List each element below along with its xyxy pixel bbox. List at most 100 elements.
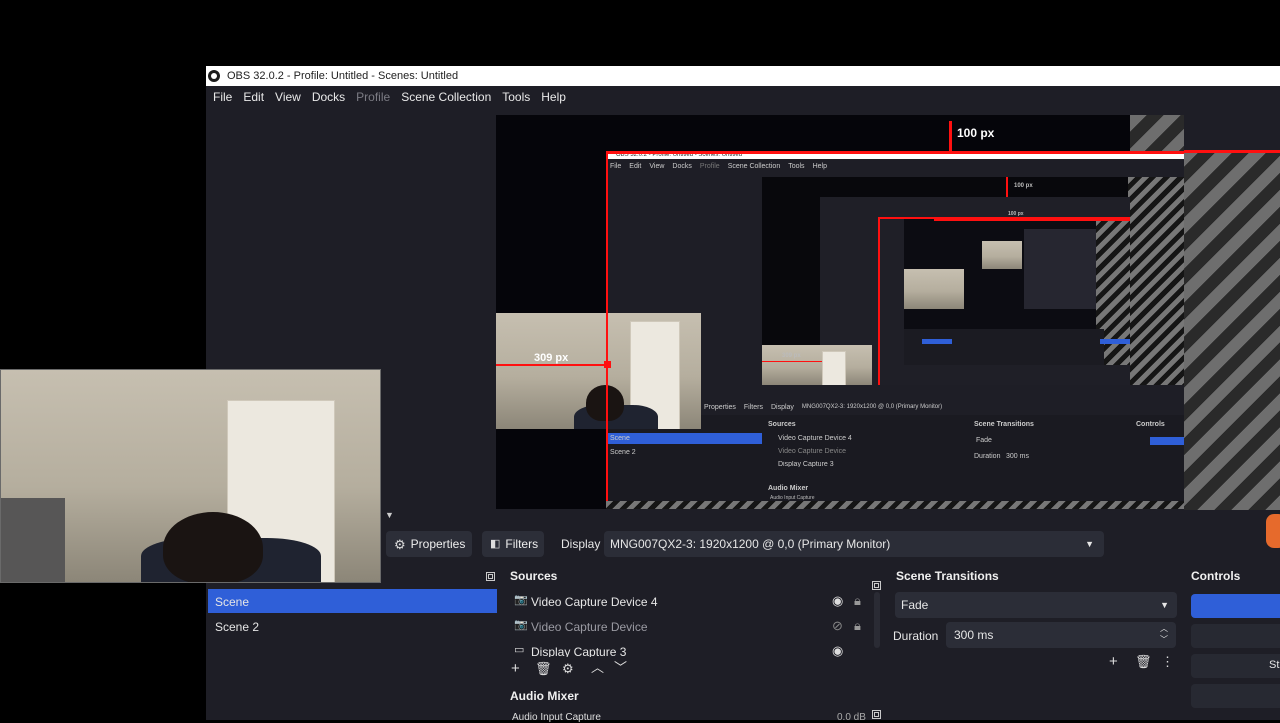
video-capture-source[interactable] <box>496 313 701 429</box>
menu-edit[interactable]: Edit <box>243 90 264 104</box>
window-titlebar: OBS 32.0.2 - Profile: Untitled - Scenes:… <box>206 66 1280 86</box>
scene-transitions-header: Scene Transitions <box>896 569 999 583</box>
obs-logo-icon <box>208 70 220 82</box>
nested-monitor: MNG007QX2-3: 1920x1200 @ 0,0 (Primary Mo… <box>801 404 943 410</box>
studio-mode-button[interactable]: St <box>1191 654 1280 678</box>
source-label: Video Capture Device <box>531 620 648 634</box>
display-select-value: MNG007QX2-3: 1920x1200 @ 0,0 (Primary Mo… <box>610 537 891 551</box>
nested-duration-value: 300 ms <box>1006 453 1029 460</box>
transition-select[interactable]: Fade ▼ <box>895 592 1177 618</box>
nested-duration-label: Duration <box>974 453 1001 460</box>
resize-handle[interactable] <box>604 361 611 368</box>
audio-level: 0.0 dB <box>837 712 866 723</box>
nested-source-3: Display Capture 3 <box>778 461 834 467</box>
source-label: Display Capture 3 <box>531 645 627 657</box>
scene-item-scene[interactable]: Scene <box>215 595 249 609</box>
preview-collapse-arrow[interactable]: ▼ <box>385 510 394 520</box>
move-up-icon[interactable]: ︿ <box>591 661 604 674</box>
spin-down-icon[interactable]: ﹀ <box>1160 634 1168 645</box>
nested-filters: Filters <box>743 403 763 411</box>
nested-menu-tools: Tools <box>788 163 805 170</box>
chevron-down-icon: ▼ <box>1160 600 1169 610</box>
scene-item-scene-2[interactable]: Scene 2 <box>215 620 259 634</box>
nested-preview: 100 px 309 px 100 px <box>762 177 1184 385</box>
nested-menu-view: View <box>649 163 665 170</box>
guide-label-top: 100 px <box>957 126 995 140</box>
add-transition-icon[interactable]: + <box>1109 654 1118 669</box>
eye-icon[interactable]: ◉ <box>832 594 843 607</box>
dock-float-icon[interactable] <box>486 572 495 581</box>
move-down-icon[interactable]: ﹀ <box>614 661 627 674</box>
menu-view[interactable]: View <box>275 90 301 104</box>
nested-menu-scene-collection: Scene Collection <box>727 163 781 170</box>
duration-spinbox[interactable]: 300 ms ︿ ﹀ <box>946 622 1176 648</box>
scene-row-selected[interactable] <box>208 589 497 613</box>
chevron-down-icon: ▼ <box>1085 539 1094 549</box>
nested-hatch <box>1128 177 1184 385</box>
nested-scene-2-label: Scene 2 <box>610 449 636 456</box>
menu-file[interactable]: File <box>213 90 232 104</box>
guide-line-top <box>606 151 1184 154</box>
start-recording-button[interactable] <box>1191 624 1280 648</box>
gear-icon[interactable]: ⚙ <box>562 662 574 675</box>
nested-scene-highlight-2 <box>922 339 952 344</box>
audio-mixer-header: Audio Mixer <box>510 689 579 703</box>
source-row[interactable]: ▭ Display Capture 3 ◉ <box>504 639 874 657</box>
monitor-icon: ▭ <box>514 644 525 656</box>
audio-source-label: Audio Input Capture <box>512 712 601 723</box>
filters-icon: ◧ <box>490 537 501 550</box>
menu-tools[interactable]: Tools <box>502 90 530 104</box>
eye-slash-icon[interactable]: ⊘ <box>832 619 843 632</box>
source-row[interactable]: 📷 Video Capture Device ⊘ 🔒︎ <box>504 614 874 638</box>
trash-icon[interactable]: 🗑︎ <box>1135 655 1152 668</box>
properties-button[interactable]: ⚙ Properties <box>386 531 472 557</box>
camera-icon: 📷 <box>514 619 528 631</box>
audio-dock-float-icon[interactable] <box>872 710 881 719</box>
menu-docks[interactable]: Docks <box>312 90 345 104</box>
nested-menu: File Edit View Docks Profile Scene Colle… <box>610 163 1180 172</box>
filters-button[interactable]: ◧ Filters <box>482 531 544 557</box>
nested-menu-help: Help <box>812 163 827 170</box>
camera-icon: 📷 <box>514 594 528 606</box>
display-select[interactable]: MNG007QX2-3: 1920x1200 @ 0,0 (Primary Mo… <box>604 531 1104 557</box>
nested-source-2: Video Capture Device <box>778 448 846 455</box>
sources-scrollbar[interactable] <box>874 592 880 648</box>
display-label: Display <box>561 537 601 551</box>
nested-display-label: Display <box>770 403 794 411</box>
properties-label: Properties <box>410 537 466 551</box>
gear-icon: ⚙ <box>394 536 406 552</box>
nested-menu-edit: Edit <box>629 163 642 170</box>
source-row[interactable]: 📷 Video Capture Device 4 ◉ 🔒︎ <box>504 589 874 613</box>
nested-guide-top-2 <box>934 219 1130 221</box>
nested-audio-input: Audio Input Capture <box>770 495 815 501</box>
nested-properties: Properties <box>704 403 736 411</box>
window-title: OBS 32.0.2 - Profile: Untitled - Scenes:… <box>227 70 459 82</box>
menu-scene-collection[interactable]: Scene Collection <box>401 90 491 104</box>
controls-header: Controls <box>1191 569 1241 583</box>
trash-icon[interactable]: 🗑︎ <box>535 662 552 675</box>
nested-controls-highlight <box>1150 437 1184 445</box>
more-options-icon[interactable]: ⋮ <box>1161 655 1174 668</box>
lock-icon[interactable]: 🔒︎ <box>854 594 861 607</box>
preview-canvas[interactable]: OBS 32.0.2 - Profile: Untitled - Scenes:… <box>496 115 1184 509</box>
source-label: Video Capture Device 4 <box>531 595 658 609</box>
eye-icon[interactable]: ◉ <box>832 644 843 657</box>
menu-profile[interactable]: Profile <box>356 90 390 104</box>
spin-up-icon[interactable]: ︿ <box>1160 623 1168 634</box>
nested-source-1: Video Capture Device 4 <box>778 435 852 442</box>
sources-header: Sources <box>510 569 558 583</box>
nested-sources-header: Sources <box>768 421 796 428</box>
settings-button[interactable] <box>1191 684 1280 708</box>
notification-badge[interactable] <box>1266 514 1280 548</box>
nested-docks-2 <box>904 329 1104 365</box>
guide-line-horizontal <box>496 364 606 366</box>
filters-label: Filters <box>505 537 539 551</box>
menu-help[interactable]: Help <box>541 90 566 104</box>
lock-icon[interactable]: 🔒︎ <box>854 619 861 632</box>
studio-mode-label: St <box>1269 659 1280 671</box>
start-streaming-button[interactable] <box>1191 594 1280 618</box>
transition-select-value: Fade <box>901 598 929 612</box>
guide-label-left: 309 px <box>534 352 569 364</box>
add-source-icon[interactable]: + <box>511 661 520 676</box>
canvas-hatch-right <box>1184 150 1280 510</box>
